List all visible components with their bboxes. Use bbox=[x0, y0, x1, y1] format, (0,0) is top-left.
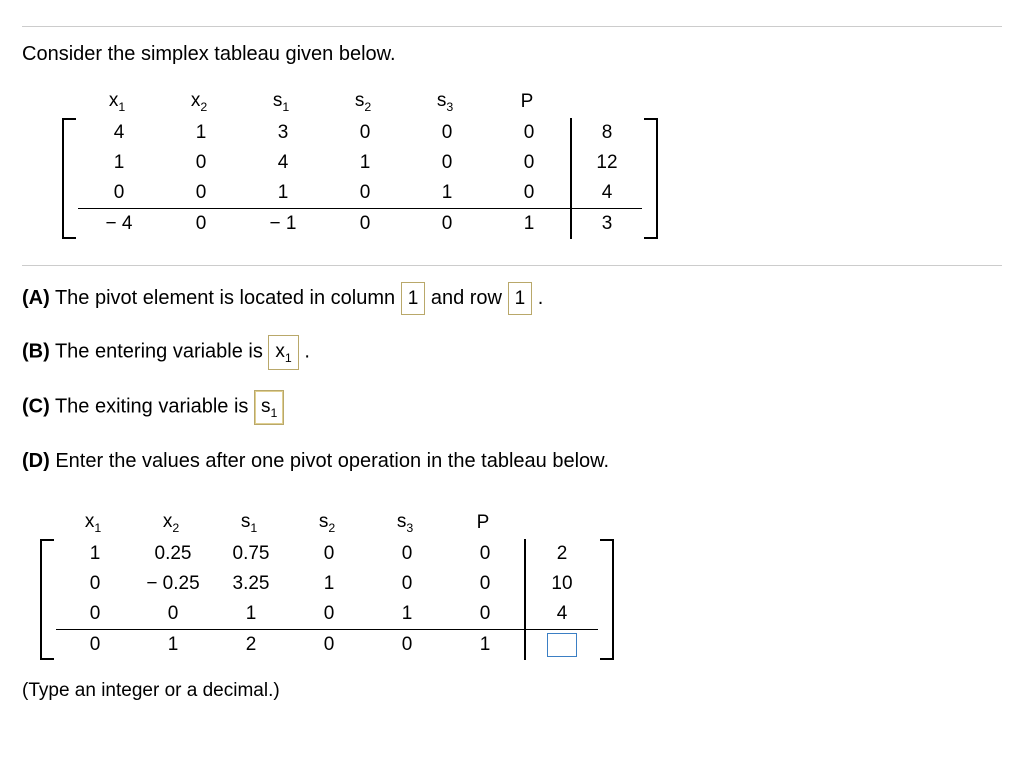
t2-hdr-s3: s3 bbox=[366, 507, 444, 539]
t1-r1c6: 0 bbox=[488, 118, 572, 148]
t2-r2c3: 3.25 bbox=[212, 569, 290, 599]
t2-r3c5: 1 bbox=[368, 599, 446, 629]
t1-r2-rhs: 12 bbox=[572, 148, 642, 178]
t1-r1c4: 0 bbox=[324, 118, 406, 148]
t1-row-4: − 4 0 − 1 0 0 1 3 bbox=[78, 208, 642, 239]
t1-row-1: 4 1 3 0 0 0 8 bbox=[78, 118, 642, 148]
t1-header-row: x1 x2 s1 s2 s3 P bbox=[62, 86, 658, 118]
t2-r2c5: 0 bbox=[368, 569, 446, 599]
tableau-1: x1 x2 s1 s2 s3 P 4 1 3 0 0 0 8 1 0 4 1 bbox=[62, 86, 658, 239]
t2-r2c4: 1 bbox=[290, 569, 368, 599]
t2-r4c3: 2 bbox=[212, 630, 290, 660]
t2-hdr-s1: s1 bbox=[210, 507, 288, 539]
hdr-s3: s3 bbox=[404, 86, 486, 118]
tableau-2: x1 x2 s1 s2 s3 P 1 0.25 0.75 0 0 0 2 0 −… bbox=[40, 507, 614, 660]
t2-r3c1: 0 bbox=[56, 599, 134, 629]
t2-row-1: 1 0.25 0.75 0 0 0 2 bbox=[56, 539, 598, 569]
t1-r4c3: − 1 bbox=[242, 209, 324, 239]
t2-r1c3: 0.75 bbox=[212, 539, 290, 569]
t2-r1c4: 0 bbox=[290, 539, 368, 569]
t1-r2c2: 0 bbox=[160, 148, 242, 178]
top-divider bbox=[22, 26, 1002, 27]
right-bracket-icon bbox=[642, 118, 658, 239]
t2-r4c6: 1 bbox=[446, 630, 526, 660]
t1-r4c1: − 4 bbox=[78, 209, 160, 239]
left-bracket-icon bbox=[62, 118, 78, 239]
t1-r4c5: 0 bbox=[406, 209, 488, 239]
t2-r3c4: 0 bbox=[290, 599, 368, 629]
t1-r2c4: 1 bbox=[324, 148, 406, 178]
t2-r4c5: 0 bbox=[368, 630, 446, 660]
question-C: (C) The exiting variable is s1 bbox=[22, 390, 1002, 425]
t1-r4c6: 1 bbox=[488, 209, 572, 239]
hdr-P: P bbox=[486, 86, 568, 118]
t2-r4c2: 1 bbox=[134, 630, 212, 660]
question-A: (A) The pivot element is located in colu… bbox=[22, 282, 1002, 315]
t2-row-4: 0 1 2 0 0 1 bbox=[56, 629, 598, 660]
hdr-s2: s2 bbox=[322, 86, 404, 118]
t1-r4c4: 0 bbox=[324, 209, 406, 239]
t1-r1-rhs: 8 bbox=[572, 118, 642, 148]
t2-r4c4: 0 bbox=[290, 630, 368, 660]
t1-r2c3: 4 bbox=[242, 148, 324, 178]
answer-B-variable[interactable]: x1 bbox=[268, 335, 298, 370]
t2-r1c6: 0 bbox=[446, 539, 526, 569]
t2-r4-rhs bbox=[526, 630, 598, 660]
t1-r3c5: 1 bbox=[406, 178, 488, 208]
t2-header-row: x1 x2 s1 s2 s3 P bbox=[40, 507, 614, 539]
t1-r3c2: 0 bbox=[160, 178, 242, 208]
t2-r3-rhs: 4 bbox=[526, 599, 598, 629]
t2-row-3: 0 0 1 0 1 0 4 bbox=[56, 599, 598, 629]
t1-r3c1: 0 bbox=[78, 178, 160, 208]
t1-row-2: 1 0 4 1 0 0 12 bbox=[78, 148, 642, 178]
answer-D-input[interactable] bbox=[547, 633, 577, 657]
hdr-x1: x1 bbox=[76, 86, 158, 118]
t2-r3c6: 0 bbox=[446, 599, 526, 629]
t1-r1c3: 3 bbox=[242, 118, 324, 148]
t1-r3c3: 1 bbox=[242, 178, 324, 208]
answer-A-row[interactable]: 1 bbox=[508, 282, 533, 315]
t2-r1c5: 0 bbox=[368, 539, 446, 569]
t1-r2c5: 0 bbox=[406, 148, 488, 178]
t2-r2c1: 0 bbox=[56, 569, 134, 599]
t2-hdr-P: P bbox=[444, 507, 522, 539]
t1-r2c6: 0 bbox=[488, 148, 572, 178]
question-D: (D) Enter the values after one pivot ope… bbox=[22, 445, 1002, 477]
t2-r1c2: 0.25 bbox=[134, 539, 212, 569]
t1-row-3: 0 0 1 0 1 0 4 bbox=[78, 178, 642, 208]
t1-r2c1: 1 bbox=[78, 148, 160, 178]
right-bracket-icon bbox=[598, 539, 614, 660]
t2-hdr-x2: x2 bbox=[132, 507, 210, 539]
t2-r1-rhs: 2 bbox=[526, 539, 598, 569]
t1-r3c4: 0 bbox=[324, 178, 406, 208]
hdr-s1: s1 bbox=[240, 86, 322, 118]
t2-r2c2: − 0.25 bbox=[134, 569, 212, 599]
t2-r3c3: 1 bbox=[212, 599, 290, 629]
t1-r1c5: 0 bbox=[406, 118, 488, 148]
answer-A-column[interactable]: 1 bbox=[401, 282, 426, 315]
mid-divider bbox=[22, 265, 1002, 266]
intro-text: Consider the simplex tableau given below… bbox=[22, 43, 1002, 66]
t2-r2c6: 0 bbox=[446, 569, 526, 599]
input-hint: (Type an integer or a decimal.) bbox=[22, 680, 1002, 702]
t1-r4-rhs: 3 bbox=[572, 209, 642, 239]
t2-hdr-s2: s2 bbox=[288, 507, 366, 539]
t1-r1c1: 4 bbox=[78, 118, 160, 148]
t2-r4c1: 0 bbox=[56, 630, 134, 660]
hdr-x2: x2 bbox=[158, 86, 240, 118]
left-bracket-icon bbox=[40, 539, 56, 660]
t2-hdr-x1: x1 bbox=[54, 507, 132, 539]
t1-r1c2: 1 bbox=[160, 118, 242, 148]
t1-r3c6: 0 bbox=[488, 178, 572, 208]
answer-C-variable[interactable]: s1 bbox=[254, 390, 284, 425]
t1-r4c2: 0 bbox=[160, 209, 242, 239]
question-B: (B) The entering variable is x1 . bbox=[22, 335, 1002, 370]
t2-row-2: 0 − 0.25 3.25 1 0 0 10 bbox=[56, 569, 598, 599]
t2-r2-rhs: 10 bbox=[526, 569, 598, 599]
t1-r3-rhs: 4 bbox=[572, 178, 642, 208]
t2-r3c2: 0 bbox=[134, 599, 212, 629]
t2-r1c1: 1 bbox=[56, 539, 134, 569]
